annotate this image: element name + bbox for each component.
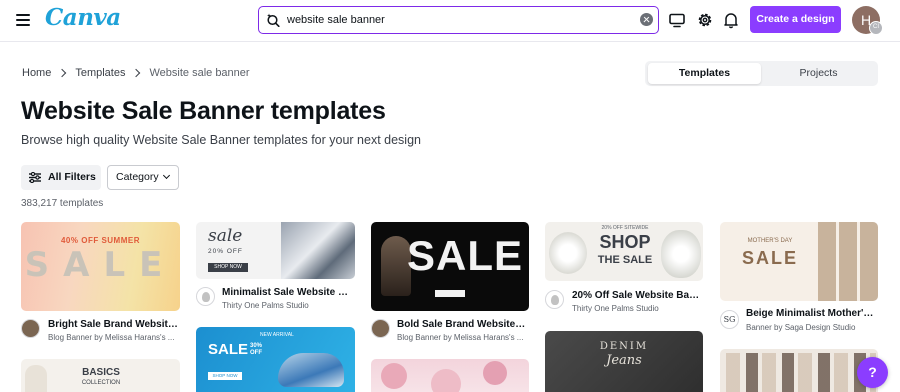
filter-sliders-icon — [29, 172, 41, 183]
all-filters-label: All Filters — [48, 171, 96, 183]
thumb-headline: 20% OFF SITEWIDE — [601, 225, 649, 231]
template-thumbnail-6[interactable]: BASICS COLLECTION — [21, 359, 180, 392]
card-title[interactable]: 20% Off Sale Website Bann... — [572, 290, 702, 301]
card-author[interactable]: Banner by Saga Design Studio — [746, 323, 876, 332]
tab-projects[interactable]: Projects — [762, 63, 875, 84]
chevron-right-icon — [58, 68, 67, 78]
template-thumbnail-3[interactable]: SALE — [371, 222, 529, 311]
template-thumbnail-8[interactable] — [371, 359, 529, 392]
thumb-top: NEW ARRIVAL — [260, 332, 294, 338]
notifications-bell-icon[interactable] — [722, 11, 740, 29]
thumb-headline: DENIM — [599, 341, 649, 352]
thumb-button: SHOP NOW — [208, 263, 248, 272]
template-count: 383,217 templates — [21, 198, 104, 209]
breadcrumb-home[interactable]: Home — [22, 67, 51, 79]
template-thumbnail-9[interactable]: DENIM Jeans — [545, 331, 703, 392]
search-bar[interactable] — [258, 6, 659, 34]
breadcrumb: Home Templates Website sale banner — [22, 67, 250, 79]
canva-logo[interactable]: Canva — [45, 4, 121, 31]
card-title[interactable]: Bright Sale Brand Website ... — [48, 319, 178, 330]
team-badge: CI — [869, 21, 883, 35]
thumb-big-text: SALE — [741, 248, 798, 268]
thumb-headline: 40% OFF SUMMER — [60, 236, 140, 245]
card-title[interactable]: Beige Minimalist Mother's ... — [746, 308, 876, 319]
thumb-headline: BASICS — [82, 367, 120, 378]
help-button[interactable]: ? — [857, 357, 888, 388]
desktop-icon[interactable] — [668, 11, 686, 29]
category-label: Category — [116, 171, 159, 183]
thumb-sub: THE SALE — [597, 254, 653, 266]
top-navigation-bar: Canva Create a design H CI — [0, 0, 900, 42]
creator-avatar[interactable] — [371, 319, 390, 338]
chevron-right-icon — [132, 68, 141, 78]
magic-search-icon — [267, 13, 280, 27]
card-author[interactable]: Thirty One Palms Studio — [572, 304, 702, 313]
thumb-big-text: SALE — [24, 245, 177, 285]
all-filters-button[interactable]: All Filters — [21, 165, 101, 190]
template-thumbnail-7[interactable]: NEW ARRIVAL SALE 30% OFF SHOP NOW — [196, 327, 355, 392]
template-thumbnail-4[interactable]: 20% OFF SITEWIDE SHOP THE SALE — [545, 222, 703, 281]
card-title[interactable]: Minimalist Sale Website Ba... — [222, 287, 353, 298]
thumb-headline: sale — [208, 226, 243, 246]
search-input[interactable] — [287, 10, 627, 30]
card-author[interactable]: Blog Banner by Melissa Harans's ... — [397, 333, 530, 342]
thumb-big-text: SHOP — [599, 232, 651, 252]
template-thumbnail-5[interactable]: MOTHER'S DAY SALE — [720, 222, 878, 301]
thumb-sub: COLLECTION — [81, 380, 121, 386]
template-thumbnail-10[interactable] — [720, 349, 878, 392]
templates-projects-toggle: Templates Projects — [645, 61, 878, 86]
thumb-button: SHOP NOW — [208, 372, 242, 380]
thumb-headline: MOTHER'S DAY — [747, 238, 793, 244]
tab-templates[interactable]: Templates — [648, 63, 761, 84]
card-author[interactable]: Blog Banner by Melissa Harans's ... — [48, 333, 181, 342]
creator-avatar[interactable] — [196, 287, 215, 306]
thumb-sub: 20% OFF — [208, 248, 243, 255]
thumb-headline: SALE — [208, 341, 249, 358]
page-subtitle: Browse high quality Website Sale Banner … — [21, 133, 421, 147]
creator-avatar[interactable] — [21, 319, 40, 338]
thumb-sub: 30% OFF — [250, 343, 263, 356]
creator-avatar[interactable]: SG — [720, 310, 739, 329]
create-a-design-button[interactable]: Create a design — [750, 6, 841, 33]
settings-gear-icon[interactable] — [696, 11, 714, 29]
template-thumbnail-1[interactable]: 40% OFF SUMMER SALE — [21, 222, 180, 311]
page-title: Website Sale Banner templates — [21, 97, 386, 125]
menu-icon[interactable] — [16, 14, 30, 26]
template-thumbnail-2[interactable]: sale 20% OFF SHOP NOW — [196, 222, 355, 279]
card-author[interactable]: Thirty One Palms Studio — [222, 301, 353, 310]
clear-search-icon[interactable] — [640, 13, 653, 26]
card-title[interactable]: Bold Sale Brand Website H... — [397, 319, 527, 330]
thumb-sub: Jeans — [606, 353, 642, 368]
breadcrumb-templates[interactable]: Templates — [75, 67, 125, 79]
chevron-down-icon — [162, 171, 171, 180]
user-avatar[interactable]: H CI — [852, 6, 883, 35]
category-dropdown[interactable]: Category — [107, 165, 179, 190]
thumb-big-text: SALE — [406, 232, 523, 279]
breadcrumb-current: Website sale banner — [149, 67, 250, 79]
creator-avatar[interactable] — [545, 290, 564, 309]
